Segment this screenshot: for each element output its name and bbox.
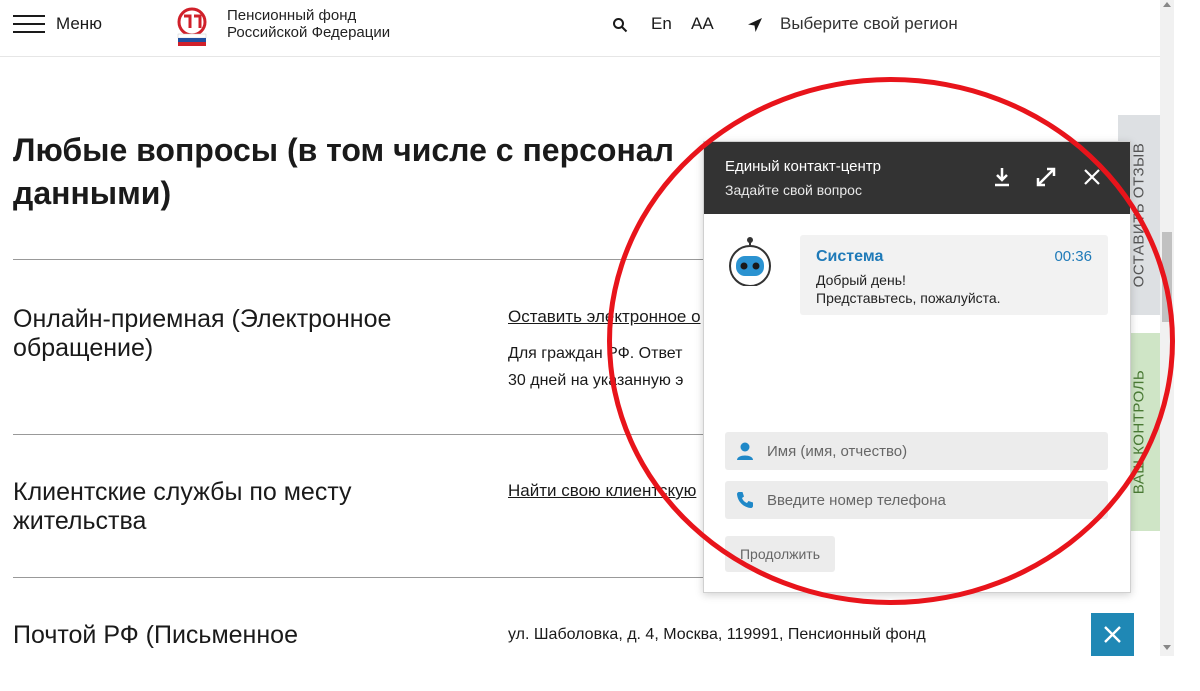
hamburger-icon[interactable]	[13, 15, 45, 33]
close-icon	[1104, 626, 1121, 643]
message-line: Добрый день!	[816, 272, 906, 288]
scroll-thumb[interactable]	[1162, 232, 1172, 322]
message-sender: Система	[816, 248, 884, 265]
chat-message: Система 00:36 Добрый день! Представьтесь…	[800, 235, 1108, 315]
expand-icon[interactable]	[1035, 166, 1057, 188]
phone-input[interactable]	[767, 481, 1097, 519]
bot-avatar-icon	[729, 237, 771, 286]
location-arrow-icon[interactable]	[747, 17, 763, 33]
scroll-up-arrow-icon[interactable]	[1163, 2, 1171, 7]
section-title-online: Онлайн-приемная (Электронное обращение)	[13, 305, 392, 362]
close-icon[interactable]	[1081, 166, 1103, 188]
phone-icon	[737, 492, 753, 508]
top-header: Меню Пенсионный фонд Российской Федераци…	[0, 0, 1160, 57]
pfr-logo[interactable]	[172, 6, 212, 46]
chat-subtitle: Задайте свой вопрос	[725, 182, 862, 198]
language-switch[interactable]: En	[651, 14, 672, 34]
desc-line: Для граждан РФ. Ответ	[508, 345, 683, 362]
continue-button[interactable]: Продолжить	[725, 536, 835, 572]
phone-field[interactable]	[725, 481, 1108, 519]
font-size-toggle[interactable]: AA	[691, 14, 714, 34]
page-title: Любые вопросы (в том числе с персонал	[13, 132, 674, 168]
message-text: Добрый день! Представьтесь, пожалуйста.	[816, 271, 1001, 307]
link-find-client-service[interactable]: Найти свою клиентскую	[508, 481, 696, 501]
section-title-client-services: Клиентские службы по месту жительства	[13, 478, 352, 535]
chat-widget: Единый контакт-центр Задайте свой вопрос…	[703, 141, 1131, 593]
page-scrollbar[interactable]	[1160, 0, 1174, 656]
download-icon[interactable]	[991, 166, 1013, 188]
page-title-line2: данными)	[13, 175, 172, 211]
chat-header: Единый контакт-центр Задайте свой вопрос	[704, 142, 1130, 214]
floating-close-button[interactable]	[1091, 613, 1134, 656]
section-desc-post: ул. Шаболовка, д. 4, Москва, 119991, Пен…	[508, 626, 926, 643]
section-title-post: Почтой РФ (Письменное	[13, 621, 298, 649]
chat-title: Единый контакт-центр	[725, 158, 882, 175]
bottom-strip	[0, 656, 1200, 691]
region-selector[interactable]: Выберите свой регион	[780, 14, 958, 34]
message-line: Представьтесь, пожалуйста.	[816, 290, 1001, 306]
user-icon	[737, 442, 753, 460]
name-field[interactable]	[725, 432, 1108, 470]
menu-button[interactable]: Меню	[56, 14, 102, 34]
logo-line2: Российской Федерации	[227, 24, 391, 41]
desc-line: 30 дней на указанную э	[508, 372, 684, 389]
link-electronic-appeal[interactable]: Оставить электронное о	[508, 307, 701, 327]
control-tab-label: ВАШ КОНТРОЛЬ	[1130, 369, 1148, 495]
name-input[interactable]	[767, 432, 1097, 470]
search-icon[interactable]	[612, 17, 628, 33]
logo-line1: Пенсионный фонд	[227, 7, 357, 24]
section-desc-online: Для граждан РФ. Ответ 30 дней на указанн…	[508, 340, 683, 394]
logo-text[interactable]: Пенсионный фонд Российской Федерации	[227, 7, 390, 41]
scroll-down-arrow-icon[interactable]	[1163, 645, 1171, 650]
feedback-tab-label: ОСТАВИТЬ ОТЗЫВ	[1130, 142, 1148, 288]
message-time: 00:36	[1054, 248, 1092, 265]
